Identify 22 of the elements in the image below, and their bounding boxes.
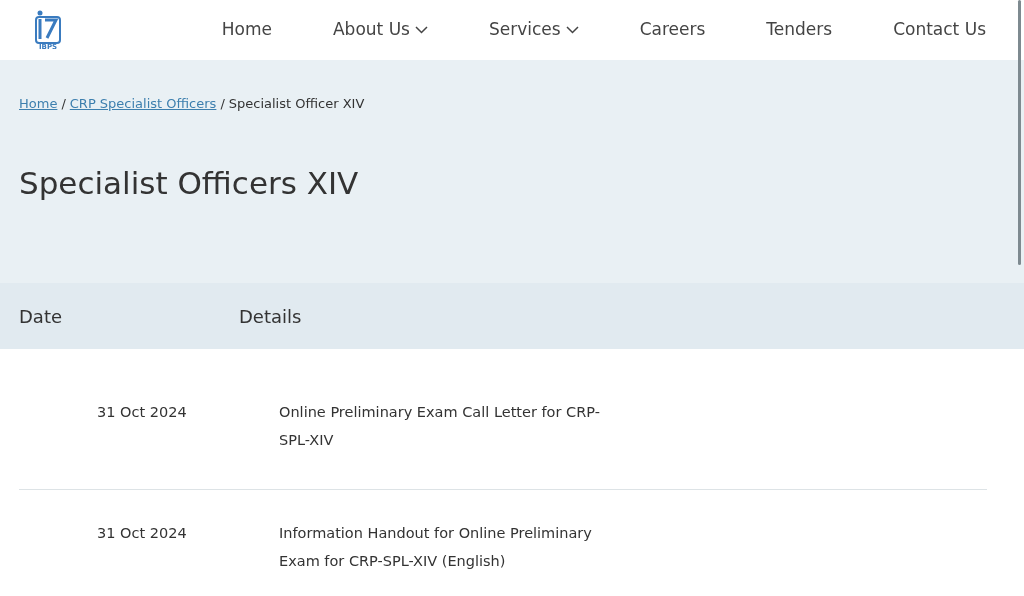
logo-icon [35, 9, 61, 44]
column-header: Details [239, 304, 302, 329]
breadcrumb-separator: / [220, 95, 225, 113]
chevron-down-icon [565, 26, 579, 34]
breadcrumb-link[interactable]: CRP Specialist Officers [69, 94, 217, 114]
nav-link[interactable]: Services [488, 17, 579, 43]
breadcrumb-link[interactable]: Home [19, 94, 58, 114]
document-link[interactable]: Online Preliminary Exam Call Letter for CRP-SPL-XIV [279, 398, 619, 454]
column-header: Date [19, 304, 64, 329]
nav-link[interactable]: Tenders [766, 17, 833, 43]
page-title: Specialist Officers XIV [19, 163, 360, 203]
breadcrumb-separator: / [61, 95, 66, 113]
scrollbar[interactable] [1018, 0, 1021, 265]
breadcrumb-current: Specialist Officer XIV [228, 95, 365, 113]
chevron-down-icon [414, 26, 428, 34]
nav-link[interactable]: Home [221, 17, 272, 43]
date-cell-text: 31 Oct 2024 [96, 524, 188, 543]
nav-link[interactable]: About Us [333, 17, 428, 43]
nav-link[interactable]: Careers [639, 17, 706, 43]
date-cell-text: 31 Oct 2024 [96, 403, 188, 422]
nav-link[interactable]: Contact Us [893, 17, 986, 43]
document-link[interactable]: Information Handout for Online Preliminary Exam for CRP-SPL-XIV (English) [279, 519, 619, 575]
